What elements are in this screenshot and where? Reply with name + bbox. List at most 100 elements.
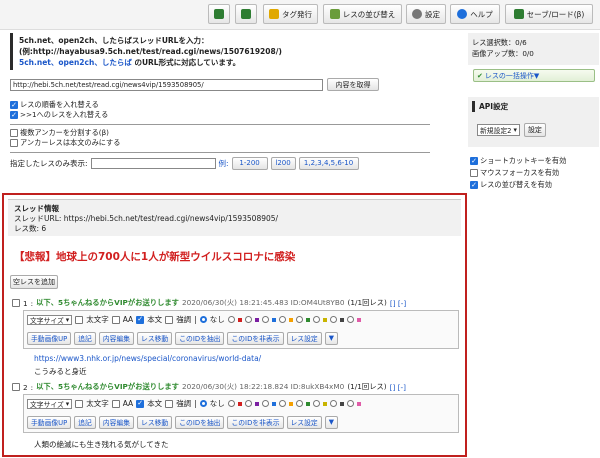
body-checkbox[interactable]: ✓ [136,315,145,324]
range-example-3-button[interactable]: 1,2,3,4,5,6-10 [298,156,359,170]
color-radio-none[interactable] [199,400,207,407]
bold-checkbox[interactable] [75,315,84,324]
color-radio[interactable] [227,316,235,323]
color-swatch [339,317,344,322]
aa-checkbox[interactable] [111,315,120,324]
more-options-button[interactable]: ▼ [324,415,338,429]
font-size-select[interactable]: 文字サイズ ▾ [27,314,73,325]
color-swatch [237,401,242,406]
toolbar-button-2[interactable] [235,4,257,24]
shortcut-option[interactable]: ✓ ショートカットキーを有効 [470,155,600,167]
bold-checkbox[interactable] [75,399,84,408]
settings-button[interactable]: 設定 [406,4,446,24]
supported-sites-link[interactable]: 5ch.net、open2ch、したらば [19,58,132,67]
url-instructions: 5ch.net、open2ch、したらばスレッドURLを入力： (例:http:… [10,33,465,70]
thread-panel: スレッド情報 スレッドURL: https://hebi.5ch.net/tes… [2,193,467,457]
post-links[interactable]: [] [-] [390,299,406,308]
color-radio[interactable] [295,400,303,407]
manual-image-upload-button[interactable]: 手動画像UP [27,331,72,345]
api-config-select[interactable]: 新規設定2 ▾ [477,124,520,136]
range-example-label: 例: [218,158,229,168]
reorder-enable-option[interactable]: ✓ レスの並び替えを有効 [470,179,600,191]
emphasis-checkbox[interactable] [165,315,174,324]
range-input[interactable] [90,157,216,169]
emphasis-checkbox[interactable] [165,399,174,408]
save-load-button[interactable]: セーブ/ロード(β) [505,4,593,24]
font-size-select[interactable]: 文字サイズ ▾ [27,398,73,409]
split-anchor-label: 複数アンカーを分割する(β) [20,128,109,137]
thread-url-input[interactable]: http://hebi.5ch.net/test/read.cgi/news4v… [10,78,323,91]
post-body-link[interactable]: https://www3.nhk.or.jp/news/special/coro… [34,354,460,363]
color-radio[interactable] [261,316,269,323]
color-radio[interactable] [278,400,286,407]
post-settings-button[interactable]: レス設定 [286,415,322,429]
range-example-2-button[interactable]: l200 [270,156,296,170]
move-post-button[interactable]: レス移動 [137,331,173,345]
api-settings-button[interactable]: 設定 [523,123,546,137]
manual-image-upload-button[interactable]: 手動画像UP [27,415,72,429]
post-settings-button[interactable]: レス設定 [286,331,322,345]
checkbox-icon[interactable] [470,169,478,177]
checkbox-icon[interactable]: ✓ [10,111,18,119]
extract-id-button[interactable]: このIDを抽出 [175,415,225,429]
checkbox-icon[interactable]: ✓ [470,157,478,165]
checkbox-icon[interactable] [10,129,18,137]
post-select-checkbox[interactable] [12,383,20,391]
color-radio[interactable] [261,400,269,407]
anchor-body-option[interactable]: アンカーレスは本文のみにする [10,138,465,148]
color-radio[interactable] [244,316,252,323]
color-swatch [356,401,361,406]
divider [10,124,430,125]
post-date-id: 2020/06/30(火) 18:22:18.824 ID:8ukXB4xM0 [181,382,345,391]
edit-content-button[interactable]: 内容編集 [98,415,135,429]
aa-checkbox[interactable] [111,399,120,408]
color-radio[interactable] [329,316,337,323]
thread-info-heading: スレッド情報 [14,204,59,213]
post-header: 1: 以下、5ちゃんねるからVIPがお送りします 2020/06/30(火) 1… [12,298,460,308]
color-radio[interactable] [244,400,252,407]
bulk-actions-button[interactable]: ✔ レスの一括操作▼ [473,69,595,82]
color-radio[interactable] [329,400,337,407]
append-button[interactable]: 追記 [74,331,96,345]
post-links[interactable]: [] [-] [390,383,406,392]
color-radio[interactable] [295,316,303,323]
post-select-checkbox[interactable] [12,299,20,307]
emphasis-label: 強調 [176,315,192,324]
color-radio-none[interactable] [199,316,207,323]
extract-id-button[interactable]: このIDを抽出 [175,331,225,345]
hide-id-button[interactable]: このIDを非表示 [227,415,284,429]
checkbox-icon[interactable]: ✓ [10,101,18,109]
toolbar-button-1[interactable] [208,4,230,24]
tag-issue-button[interactable]: タグ発行 [263,4,318,24]
color-swatch [288,401,293,406]
anchor-body-label: アンカーレスは本文のみにする [20,138,121,147]
color-radio[interactable] [346,400,354,407]
post-number: 2 [23,382,28,392]
fetch-button[interactable]: 内容を取得 [327,78,379,91]
more-options-button[interactable]: ▼ [324,331,338,345]
help-button[interactable]: ヘルプ [450,4,500,24]
post-date-id: 2020/06/30(火) 18:21:45.483 ID:OM4Ut8YB0 [181,298,345,307]
color-swatch [271,317,276,322]
reorder-button[interactable]: レスの並び替え [323,4,402,24]
first-ref-option[interactable]: ✓ >>1へのレスを入れ替える [10,110,465,120]
range-example-1-button[interactable]: 1-200 [231,156,268,170]
color-radio[interactable] [227,400,235,407]
edit-content-button[interactable]: 内容編集 [98,331,135,345]
color-radio[interactable] [312,400,320,407]
mouse-focus-option[interactable]: マウスフォーカスを有効 [470,167,600,179]
checkbox-icon[interactable]: ✓ [470,181,478,189]
color-radio[interactable] [312,316,320,323]
move-post-button[interactable]: レス移動 [137,415,173,429]
body-checkbox[interactable]: ✓ [136,399,145,408]
color-radio[interactable] [346,316,354,323]
checkbox-icon[interactable] [10,139,18,147]
reverse-order-option[interactable]: ✓ レスの順番を入れ替える [10,100,465,110]
append-button[interactable]: 追記 [74,415,96,429]
add-empty-post-button[interactable]: 空レスを追加 [10,275,58,289]
color-radio[interactable] [278,316,286,323]
selected-count: レス選択数：0/6 [472,38,527,47]
split-anchor-option[interactable]: 複数アンカーを分割する(β) [10,128,465,138]
post-item: 1: 以下、5ちゃんねるからVIPがお送りします 2020/06/30(火) 1… [12,298,460,377]
hide-id-button[interactable]: このIDを非表示 [227,331,284,345]
